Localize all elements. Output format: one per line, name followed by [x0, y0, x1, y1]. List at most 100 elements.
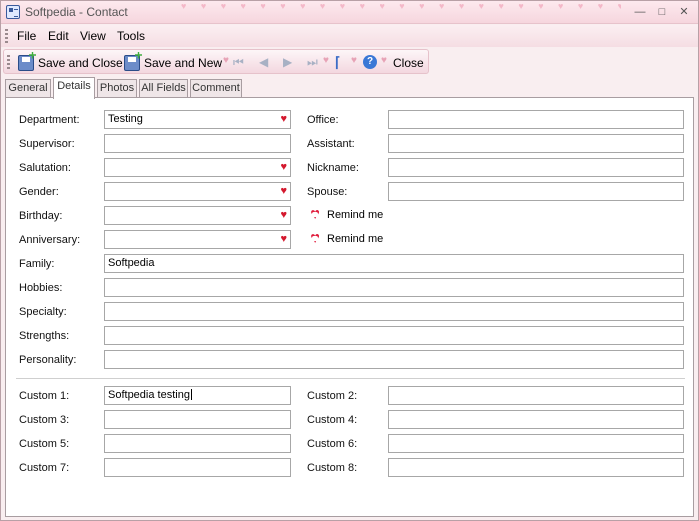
assistant-label: Assistant:: [307, 138, 355, 150]
heart-separator-icon: ♥: [323, 55, 329, 66]
hearts-decoration: ♥ ♥ ♥ ♥ ♥ ♥ ♥ ♥ ♥ ♥ ♥ ♥ ♥ ♥ ♥ ♥ ♥ ♥ ♥ ♥ …: [181, 1, 621, 11]
personality-field[interactable]: [104, 350, 684, 369]
spouse-field[interactable]: [388, 182, 684, 201]
maximize-icon[interactable]: □: [652, 4, 672, 20]
salutation-select[interactable]: ♥: [104, 158, 291, 177]
remind-me-label: Remind me: [327, 233, 384, 245]
attachment-icon[interactable]: ⌈: [335, 54, 340, 71]
custom4-field[interactable]: [388, 410, 684, 429]
nickname-label: Nickname:: [307, 162, 359, 174]
tab-comment[interactable]: Comment: [190, 79, 242, 98]
strengths-field[interactable]: [104, 326, 684, 345]
specialty-field[interactable]: [104, 302, 684, 321]
previous-record-icon[interactable]: ◀: [259, 55, 268, 69]
anniversary-remind-checkbox[interactable]: ♥ Remind me: [307, 231, 384, 247]
dropdown-heart-icon[interactable]: ♥: [280, 233, 287, 246]
anniversary-select[interactable]: ♥: [104, 230, 291, 249]
save-icon: [18, 54, 34, 71]
save-and-close-button[interactable]: Save and Close: [18, 53, 123, 72]
close-label: Close: [393, 55, 424, 70]
menu-bar: File Edit View Tools: [1, 25, 698, 47]
last-record-icon[interactable]: ⏭: [307, 55, 318, 70]
next-record-icon[interactable]: ▶: [283, 55, 292, 69]
custom5-field[interactable]: [104, 434, 291, 453]
custom5-label: Custom 5:: [19, 438, 70, 450]
dropdown-heart-icon[interactable]: ♥: [280, 113, 287, 126]
help-icon[interactable]: ?: [363, 55, 377, 69]
assistant-field[interactable]: [388, 134, 684, 153]
toolbar: Save and Close Save and New ♥ ⏮ ◀ ▶ ⏭ ♥ …: [3, 49, 429, 74]
title-bar: Softpedia - Contact ♥ ♥ ♥ ♥ ♥ ♥ ♥ ♥ ♥ ♥ …: [1, 1, 698, 24]
heart-separator-icon: ♥: [351, 55, 357, 66]
birthday-remind-checkbox[interactable]: ♥ Remind me: [307, 207, 384, 223]
tab-general[interactable]: General: [5, 79, 51, 98]
tab-details[interactable]: Details: [53, 77, 95, 99]
custom6-field[interactable]: [388, 434, 684, 453]
custom7-field[interactable]: [104, 458, 291, 477]
remind-me-label: Remind me: [327, 209, 384, 221]
department-select[interactable]: Testing ♥: [104, 110, 291, 129]
custom1-field[interactable]: Softpedia testing: [104, 386, 291, 405]
menu-file[interactable]: File: [17, 29, 36, 43]
save-and-new-label: Save and New: [144, 55, 223, 70]
custom3-field[interactable]: [104, 410, 291, 429]
menu-tools[interactable]: Tools: [117, 29, 145, 43]
dropdown-heart-icon[interactable]: ♥: [280, 161, 287, 174]
office-label: Office:: [307, 114, 339, 126]
family-field[interactable]: Softpedia: [104, 254, 684, 273]
family-label: Family:: [19, 258, 55, 270]
dropdown-heart-icon[interactable]: ♥: [280, 209, 287, 222]
menu-view[interactable]: View: [80, 29, 106, 43]
window-title: Softpedia - Contact: [25, 5, 128, 19]
custom8-field[interactable]: [388, 458, 684, 477]
office-field[interactable]: [388, 110, 684, 129]
specialty-label: Specialty:: [19, 306, 67, 318]
heart-checkbox-icon[interactable]: ♥: [307, 231, 323, 247]
nickname-field[interactable]: [388, 158, 684, 177]
custom3-label: Custom 3:: [19, 414, 70, 426]
menu-edit[interactable]: Edit: [48, 29, 69, 43]
close-window-icon[interactable]: ✕: [674, 4, 694, 20]
tab-photos[interactable]: Photos: [97, 79, 137, 98]
menu-grip[interactable]: [5, 29, 8, 43]
supervisor-label: Supervisor:: [19, 138, 75, 150]
text-caret: [190, 389, 192, 400]
custom1-label: Custom 1:: [19, 390, 70, 402]
supervisor-field[interactable]: [104, 134, 291, 153]
department-label: Department:: [19, 114, 80, 126]
section-divider: [16, 378, 685, 379]
anniversary-label: Anniversary:: [19, 234, 81, 246]
minimize-icon[interactable]: —: [630, 4, 650, 20]
custom2-label: Custom 2:: [307, 390, 358, 402]
custom1-value: Softpedia testing: [108, 389, 190, 401]
custom7-label: Custom 7:: [19, 462, 70, 474]
first-record-icon[interactable]: ⏮: [233, 55, 244, 70]
hobbies-field[interactable]: [104, 278, 684, 297]
custom4-label: Custom 4:: [307, 414, 358, 426]
save-and-close-label: Save and Close: [38, 55, 123, 70]
toolbar-grip[interactable]: [7, 55, 10, 69]
spouse-label: Spouse:: [307, 186, 348, 198]
strengths-label: Strengths:: [19, 330, 70, 342]
custom6-label: Custom 6:: [307, 438, 358, 450]
heart-checkbox-icon[interactable]: ♥: [307, 207, 323, 223]
dropdown-heart-icon[interactable]: ♥: [280, 185, 287, 198]
custom2-field[interactable]: [388, 386, 684, 405]
gender-label: Gender:: [19, 186, 59, 198]
contact-window: Softpedia - Contact ♥ ♥ ♥ ♥ ♥ ♥ ♥ ♥ ♥ ♥ …: [0, 0, 699, 521]
window-controls: — □ ✕: [630, 4, 694, 20]
department-value: Testing: [108, 113, 143, 125]
tab-all-fields[interactable]: All Fields: [139, 79, 188, 98]
heart-separator-icon: ♥: [381, 55, 387, 66]
save-new-icon: [124, 54, 140, 71]
save-and-new-button[interactable]: Save and New: [124, 53, 222, 72]
birthday-label: Birthday:: [19, 210, 63, 222]
gender-select[interactable]: ♥: [104, 182, 291, 201]
heart-separator-icon: ♥: [223, 55, 229, 66]
close-button[interactable]: Close: [393, 53, 424, 72]
personality-label: Personality:: [19, 354, 77, 366]
hobbies-label: Hobbies:: [19, 282, 63, 294]
details-panel: Department: Testing ♥ Office: Supervisor…: [5, 97, 694, 517]
birthday-select[interactable]: ♥: [104, 206, 291, 225]
salutation-label: Salutation:: [19, 162, 71, 174]
